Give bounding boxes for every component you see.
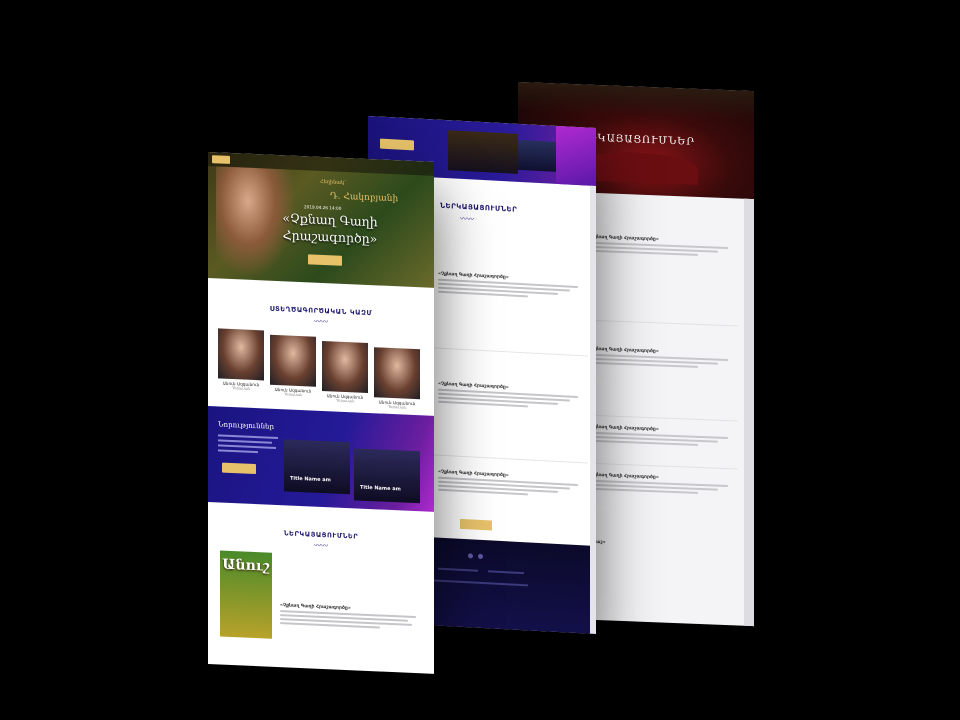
- news-section: Նորություններ Title Name am Title Name a…: [208, 406, 434, 512]
- list-item[interactable]: «Չքնաղ Գաղի Հրաշագործը»: [588, 473, 738, 496]
- social-icon[interactable]: [468, 553, 473, 559]
- avatar: [218, 328, 264, 381]
- team-member-card[interactable]: Անուն Ազգանուն Դերասան: [322, 340, 368, 404]
- avatar: [322, 340, 368, 393]
- team-member-card[interactable]: Անուն Ազգանուն Դերասան: [374, 347, 420, 410]
- logo[interactable]: [212, 155, 230, 164]
- hero-banner: Հեղինակ՝ Դ. Հակոբյանի 2019.04.26 14:00 «…: [208, 152, 434, 288]
- buy-ticket-button[interactable]: [308, 254, 342, 266]
- team-member-card[interactable]: Անուն Ազգանուն Դերասան: [218, 328, 264, 391]
- load-more-button[interactable]: [460, 518, 492, 531]
- news-card[interactable]: Title Name am: [354, 448, 420, 504]
- avatar: [374, 347, 420, 400]
- page-edge: [590, 185, 596, 634]
- team-member-card[interactable]: Անուն Ազգանուն Դերասան: [270, 334, 316, 398]
- news-card-title: Title Name am: [360, 484, 401, 493]
- page-edge: [744, 198, 754, 627]
- wave-divider-icon: 〰〰: [460, 214, 474, 224]
- stage: [578, 150, 698, 185]
- read-more-button[interactable]: [380, 138, 414, 151]
- list-item[interactable]: «Չքնաղ Գաղի Հրաշագործը»: [588, 347, 738, 370]
- news-heading: Նորություններ: [218, 420, 274, 431]
- hero-subtitle: Հեղինակ՝: [320, 178, 346, 187]
- list-item[interactable]: «Չքնաղ Գաղի Հրաշագործը»: [438, 272, 588, 301]
- list-item[interactable]: «Չքնաղ Գաղի Հրաշագործը»: [438, 382, 588, 411]
- section-heading: ՆԵՐԿԱՅԱՑՈՒՄՆԵՐ: [440, 201, 518, 214]
- social-icon[interactable]: [478, 553, 483, 560]
- stage-lights: [518, 82, 754, 122]
- list-item[interactable]: «Չքնաղ Գաղի Հրաշագործը»: [438, 470, 588, 499]
- news-card[interactable]: Title Name am: [284, 439, 350, 495]
- news-card-title: Title Name am: [290, 475, 331, 484]
- list-item[interactable]: «Չքնաղ Գաղի Հրաշագործը»: [588, 235, 738, 258]
- list-item[interactable]: «Չքնաղ Գաղի Հրաշագործը»: [588, 425, 738, 448]
- hero-author: Դ. Հակոբյանի: [330, 191, 399, 205]
- decorative-wave: [556, 125, 596, 186]
- avatar: [270, 334, 316, 387]
- news-more-button[interactable]: [222, 462, 256, 475]
- poster-title: Անուշ: [222, 556, 270, 575]
- news-image: [448, 130, 518, 174]
- hero-title: «Չքնաղ Գաղի Հրաշագործը»: [282, 210, 378, 247]
- list-item[interactable]: «Չքնաղ Գաղի Հրաշագործը»: [280, 603, 420, 630]
- front-page-mockup: Հեղինակ՝ Դ. Հակոբյանի 2019.04.26 14:00 «…: [208, 152, 434, 674]
- show-poster[interactable]: Անուշ: [220, 550, 272, 639]
